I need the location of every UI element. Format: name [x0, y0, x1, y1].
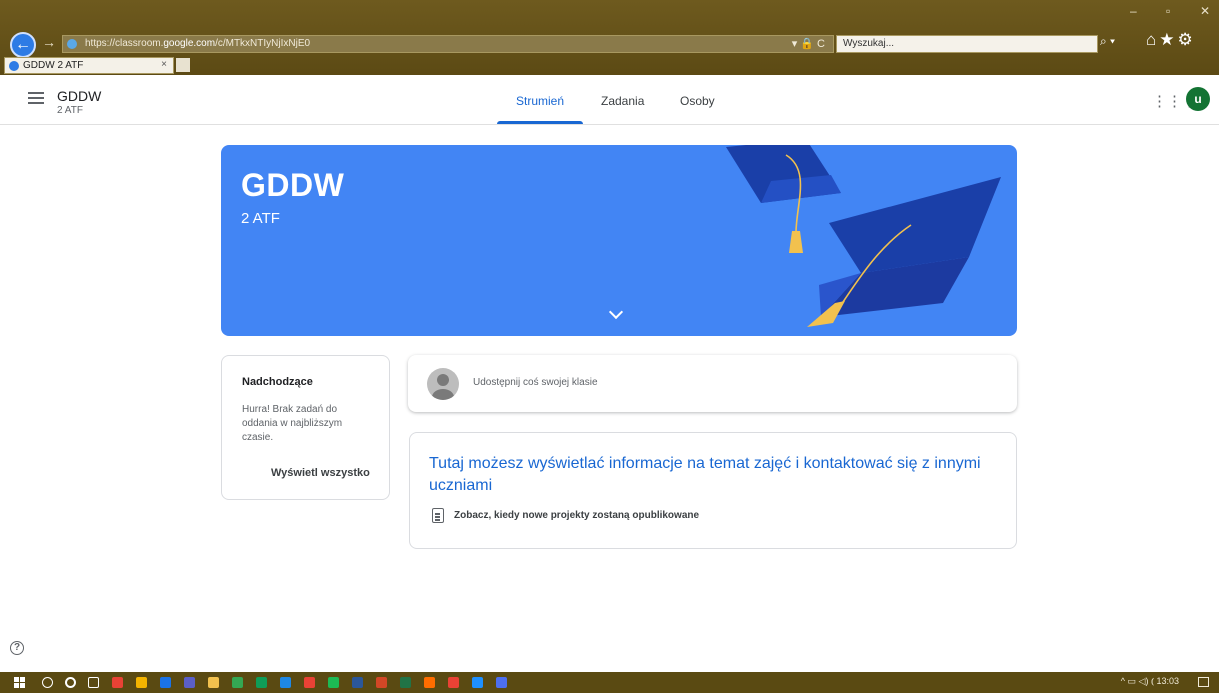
word-app-icon[interactable] [352, 677, 363, 688]
tab-stream[interactable]: Strumień [516, 94, 564, 108]
powerpoint-app-icon[interactable] [376, 677, 387, 688]
system-tray[interactable]: ^ ▭ ◁) ⦅ 13:03 [1121, 676, 1179, 687]
info-title: Tutaj możesz wyświetlać informacje na te… [429, 455, 981, 494]
app-icon[interactable] [496, 677, 507, 688]
app-icon[interactable] [304, 677, 315, 688]
class-banner: GDDW 2 ATF [221, 145, 1017, 336]
clock: 13:03 [1156, 676, 1179, 686]
forward-arrow-icon[interactable]: → [42, 34, 56, 50]
search-icon[interactable]: ⌕ ▾ [1100, 34, 1115, 49]
cortana-icon[interactable] [65, 677, 76, 688]
home-star-gear-icon[interactable]: ⌂★⚙ [1146, 30, 1196, 50]
active-tab-indicator [497, 121, 583, 124]
windows-start-icon[interactable] [14, 677, 26, 689]
upcoming-text: Hurra! Brak zadań do oddania w najbliższ… [242, 404, 343, 443]
browser-search-input[interactable]: Wyszukaj... [836, 35, 1098, 53]
browser-tab[interactable]: GDDW 2 ATF × [4, 57, 174, 74]
banner-title: GDDW [241, 167, 345, 203]
chrome-app-icon[interactable] [448, 677, 459, 688]
excel-app-icon[interactable] [400, 677, 411, 688]
upcoming-title: Nadchodzące [242, 376, 313, 388]
classroom-header: GDDW 2 ATF Strumień Zadania Osoby ⋮⋮⋮ u [0, 75, 1219, 125]
info-subtitle: Zobacz, kiedy nowe projekty zostaną opub… [454, 510, 700, 521]
browser-chrome: ← → https://classroom.google.com/c/MTkxN… [0, 0, 1219, 75]
hamburger-menu-icon[interactable] [28, 92, 44, 104]
info-card: Tutaj możesz wyświetlać informacje na te… [409, 432, 1017, 549]
spotify-app-icon[interactable] [328, 677, 339, 688]
class-title[interactable]: GDDW [57, 88, 101, 104]
lock-refresh-icon[interactable]: ▾ 🔒 C [792, 37, 825, 50]
task-view-icon[interactable] [88, 677, 99, 688]
tab-people[interactable]: Osoby [680, 94, 715, 108]
new-tab-button[interactable] [176, 58, 190, 72]
tab-title: GDDW 2 ATF [23, 60, 84, 71]
close-window-icon[interactable]: ✕ [1200, 4, 1210, 18]
assignment-icon [432, 508, 444, 523]
taskbar: ^ ▭ ◁) ⦅ 13:03 [0, 672, 1219, 693]
help-icon[interactable]: ? [10, 641, 24, 655]
app-icon[interactable] [280, 677, 291, 688]
share-placeholder[interactable]: Udostępnij coś swojej klasie [473, 377, 598, 388]
banner-subtitle: 2 ATF [241, 210, 280, 227]
class-section: 2 ATF [57, 105, 83, 116]
skype-app-icon[interactable] [160, 677, 171, 688]
tab-favicon-icon [9, 61, 19, 71]
minimize-icon[interactable]: – [1130, 4, 1137, 18]
upcoming-card: Nadchodzące Hurra! Brak zadań do oddania… [221, 355, 390, 500]
chrome-app-icon[interactable] [112, 677, 123, 688]
teams-app-icon[interactable] [184, 677, 195, 688]
address-url: https://classroom.google.com/c/MTkxNTIyN… [85, 38, 311, 49]
app-icon[interactable] [256, 677, 267, 688]
tab-close-icon[interactable]: × [161, 59, 167, 70]
back-arrow-icon[interactable]: ← [10, 32, 36, 58]
app-icon[interactable] [424, 677, 435, 688]
avatar[interactable]: u [1186, 87, 1210, 111]
share-box[interactable]: Udostępnij coś swojej klasie [408, 355, 1017, 412]
user-avatar-icon [427, 368, 459, 400]
restore-icon[interactable]: ▫ [1166, 4, 1170, 18]
explorer-app-icon[interactable] [136, 677, 147, 688]
edge-app-icon[interactable] [472, 677, 483, 688]
address-bar[interactable]: https://classroom.google.com/c/MTkxNTIyN… [62, 35, 834, 53]
notifications-icon[interactable] [1198, 677, 1209, 687]
search-taskbar-icon[interactable] [42, 677, 53, 688]
view-all-button[interactable]: Wyświetl wszystko [271, 467, 370, 479]
app-icon[interactable] [232, 677, 243, 688]
tab-classwork[interactable]: Zadania [601, 94, 644, 108]
app-icon[interactable] [208, 677, 219, 688]
site-favicon-icon [67, 39, 77, 49]
